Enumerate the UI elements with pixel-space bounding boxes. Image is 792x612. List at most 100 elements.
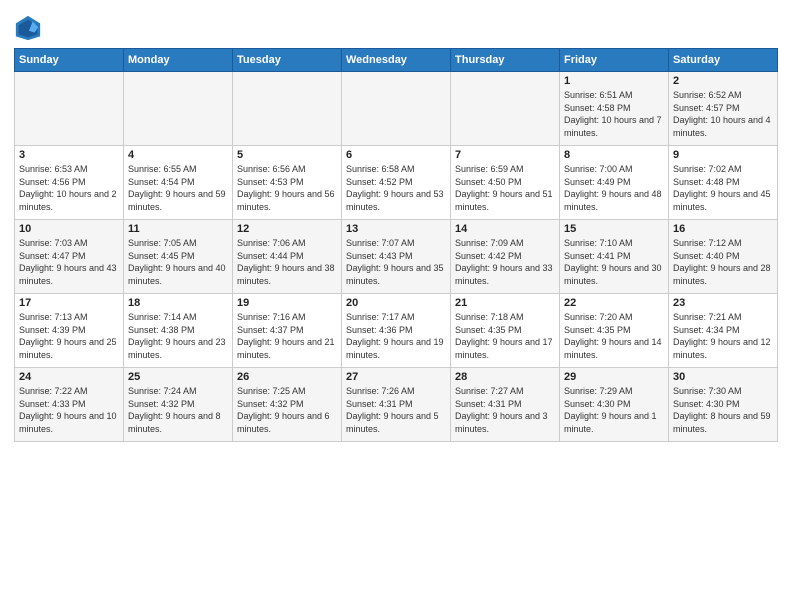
day-info: Sunrise: 7:09 AM Sunset: 4:42 PM Dayligh… [455, 237, 555, 287]
day-number: 20 [346, 297, 446, 309]
day-info: Sunrise: 7:21 AM Sunset: 4:34 PM Dayligh… [673, 311, 773, 361]
calendar-header: SundayMondayTuesdayWednesdayThursdayFrid… [15, 49, 778, 72]
weekday-header-thursday: Thursday [451, 49, 560, 72]
calendar-body: 1 Sunrise: 6:51 AM Sunset: 4:58 PM Daylig… [15, 72, 778, 442]
day-info: Sunrise: 7:00 AM Sunset: 4:49 PM Dayligh… [564, 163, 664, 213]
calendar-cell: 15 Sunrise: 7:10 AM Sunset: 4:41 PM Dayli… [560, 220, 669, 294]
day-number: 2 [673, 75, 773, 87]
day-number: 15 [564, 223, 664, 235]
calendar-cell: 4 Sunrise: 6:55 AM Sunset: 4:54 PM Daylig… [124, 146, 233, 220]
logo [14, 14, 44, 42]
day-number: 5 [237, 149, 337, 161]
day-number: 14 [455, 223, 555, 235]
calendar-cell: 22Sunrise: 7:20 AM Sunset: 4:35 PM Dayli… [560, 294, 669, 368]
calendar-cell [124, 72, 233, 146]
calendar-cell: 11Sunrise: 7:05 AM Sunset: 4:45 PM Dayli… [124, 220, 233, 294]
calendar-cell: 2 Sunrise: 6:52 AM Sunset: 4:57 PM Daylig… [669, 72, 778, 146]
day-number: 4 [128, 149, 228, 161]
day-number: 7 [455, 149, 555, 161]
day-info: Sunrise: 7:14 AM Sunset: 4:38 PM Dayligh… [128, 311, 228, 361]
day-number: 28 [455, 371, 555, 383]
calendar-cell [451, 72, 560, 146]
day-info: Sunrise: 7:16 AM Sunset: 4:37 PM Dayligh… [237, 311, 337, 361]
weekday-header-monday: Monday [124, 49, 233, 72]
calendar-cell [342, 72, 451, 146]
calendar-table: SundayMondayTuesdayWednesdayThursdayFrid… [14, 48, 778, 442]
day-info: Sunrise: 7:30 AM Sunset: 4:30 PM Dayligh… [673, 385, 773, 435]
calendar-week-2: 3Sunrise: 6:53 AM Sunset: 4:56 PM Daylig… [15, 146, 778, 220]
calendar-cell: 6 Sunrise: 6:58 AM Sunset: 4:52 PM Daylig… [342, 146, 451, 220]
calendar-cell: 13 Sunrise: 7:07 AM Sunset: 4:43 PM Dayli… [342, 220, 451, 294]
day-number: 16 [673, 223, 773, 235]
day-number: 6 [346, 149, 446, 161]
calendar-cell: 12 Sunrise: 7:06 AM Sunset: 4:44 PM Dayli… [233, 220, 342, 294]
day-info: Sunrise: 6:55 AM Sunset: 4:54 PM Dayligh… [128, 163, 228, 213]
day-number: 21 [455, 297, 555, 309]
day-number: 13 [346, 223, 446, 235]
day-info: Sunrise: 6:53 AM Sunset: 4:56 PM Dayligh… [19, 163, 119, 213]
day-info: Sunrise: 7:26 AM Sunset: 4:31 PM Dayligh… [346, 385, 446, 435]
day-info: Sunrise: 7:10 AM Sunset: 4:41 PM Dayligh… [564, 237, 664, 287]
day-number: 26 [237, 371, 337, 383]
calendar-week-4: 17Sunrise: 7:13 AM Sunset: 4:39 PM Dayli… [15, 294, 778, 368]
calendar-cell: 24 Sunrise: 7:22 AM Sunset: 4:33 PM Dayli… [15, 368, 124, 442]
day-number: 12 [237, 223, 337, 235]
calendar-week-3: 10Sunrise: 7:03 AM Sunset: 4:47 PM Dayli… [15, 220, 778, 294]
day-number: 18 [128, 297, 228, 309]
day-info: Sunrise: 6:58 AM Sunset: 4:52 PM Dayligh… [346, 163, 446, 213]
weekday-header-friday: Friday [560, 49, 669, 72]
logo-icon [14, 14, 42, 42]
calendar-cell: 18 Sunrise: 7:14 AM Sunset: 4:38 PM Dayli… [124, 294, 233, 368]
page-container: SundayMondayTuesdayWednesdayThursdayFrid… [0, 0, 792, 452]
calendar-cell: 30 Sunrise: 7:30 AM Sunset: 4:30 PM Dayli… [669, 368, 778, 442]
calendar-cell: 25Sunrise: 7:24 AM Sunset: 4:32 PM Dayli… [124, 368, 233, 442]
weekday-header-wednesday: Wednesday [342, 49, 451, 72]
calendar-week-1: 1 Sunrise: 6:51 AM Sunset: 4:58 PM Daylig… [15, 72, 778, 146]
day-number: 19 [237, 297, 337, 309]
calendar-cell: 1 Sunrise: 6:51 AM Sunset: 4:58 PM Daylig… [560, 72, 669, 146]
calendar-cell: 27Sunrise: 7:26 AM Sunset: 4:31 PM Dayli… [342, 368, 451, 442]
calendar-cell: 5 Sunrise: 6:56 AM Sunset: 4:53 PM Daylig… [233, 146, 342, 220]
day-number: 29 [564, 371, 664, 383]
calendar-cell [233, 72, 342, 146]
day-info: Sunrise: 6:52 AM Sunset: 4:57 PM Dayligh… [673, 89, 773, 139]
day-info: Sunrise: 7:22 AM Sunset: 4:33 PM Dayligh… [19, 385, 119, 435]
day-info: Sunrise: 7:03 AM Sunset: 4:47 PM Dayligh… [19, 237, 119, 287]
calendar-cell: 23 Sunrise: 7:21 AM Sunset: 4:34 PM Dayli… [669, 294, 778, 368]
day-number: 9 [673, 149, 773, 161]
day-info: Sunrise: 7:25 AM Sunset: 4:32 PM Dayligh… [237, 385, 337, 435]
day-info: Sunrise: 6:56 AM Sunset: 4:53 PM Dayligh… [237, 163, 337, 213]
day-number: 30 [673, 371, 773, 383]
day-number: 1 [564, 75, 664, 87]
calendar-cell [15, 72, 124, 146]
day-info: Sunrise: 7:20 AM Sunset: 4:35 PM Dayligh… [564, 311, 664, 361]
calendar-cell: 16Sunrise: 7:12 AM Sunset: 4:40 PM Dayli… [669, 220, 778, 294]
calendar-cell: 28 Sunrise: 7:27 AM Sunset: 4:31 PM Dayli… [451, 368, 560, 442]
calendar-cell: 29Sunrise: 7:29 AM Sunset: 4:30 PM Dayli… [560, 368, 669, 442]
day-info: Sunrise: 7:17 AM Sunset: 4:36 PM Dayligh… [346, 311, 446, 361]
calendar-cell: 3Sunrise: 6:53 AM Sunset: 4:56 PM Daylig… [15, 146, 124, 220]
calendar-cell: 10Sunrise: 7:03 AM Sunset: 4:47 PM Dayli… [15, 220, 124, 294]
weekday-header-tuesday: Tuesday [233, 49, 342, 72]
day-info: Sunrise: 6:51 AM Sunset: 4:58 PM Dayligh… [564, 89, 664, 139]
calendar-cell: 26 Sunrise: 7:25 AM Sunset: 4:32 PM Dayli… [233, 368, 342, 442]
calendar-cell: 19 Sunrise: 7:16 AM Sunset: 4:37 PM Dayli… [233, 294, 342, 368]
weekday-header-saturday: Saturday [669, 49, 778, 72]
day-info: Sunrise: 7:07 AM Sunset: 4:43 PM Dayligh… [346, 237, 446, 287]
calendar-cell: 8Sunrise: 7:00 AM Sunset: 4:49 PM Daylig… [560, 146, 669, 220]
day-info: Sunrise: 6:59 AM Sunset: 4:50 PM Dayligh… [455, 163, 555, 213]
day-number: 23 [673, 297, 773, 309]
calendar-cell: 7 Sunrise: 6:59 AM Sunset: 4:50 PM Daylig… [451, 146, 560, 220]
day-number: 11 [128, 223, 228, 235]
day-info: Sunrise: 7:27 AM Sunset: 4:31 PM Dayligh… [455, 385, 555, 435]
day-info: Sunrise: 7:02 AM Sunset: 4:48 PM Dayligh… [673, 163, 773, 213]
weekday-header-row: SundayMondayTuesdayWednesdayThursdayFrid… [15, 49, 778, 72]
weekday-header-sunday: Sunday [15, 49, 124, 72]
day-number: 24 [19, 371, 119, 383]
calendar-cell: 17Sunrise: 7:13 AM Sunset: 4:39 PM Dayli… [15, 294, 124, 368]
day-info: Sunrise: 7:13 AM Sunset: 4:39 PM Dayligh… [19, 311, 119, 361]
day-info: Sunrise: 7:06 AM Sunset: 4:44 PM Dayligh… [237, 237, 337, 287]
calendar-week-5: 24 Sunrise: 7:22 AM Sunset: 4:33 PM Dayli… [15, 368, 778, 442]
calendar-cell: 21Sunrise: 7:18 AM Sunset: 4:35 PM Dayli… [451, 294, 560, 368]
calendar-cell: 14 Sunrise: 7:09 AM Sunset: 4:42 PM Dayli… [451, 220, 560, 294]
